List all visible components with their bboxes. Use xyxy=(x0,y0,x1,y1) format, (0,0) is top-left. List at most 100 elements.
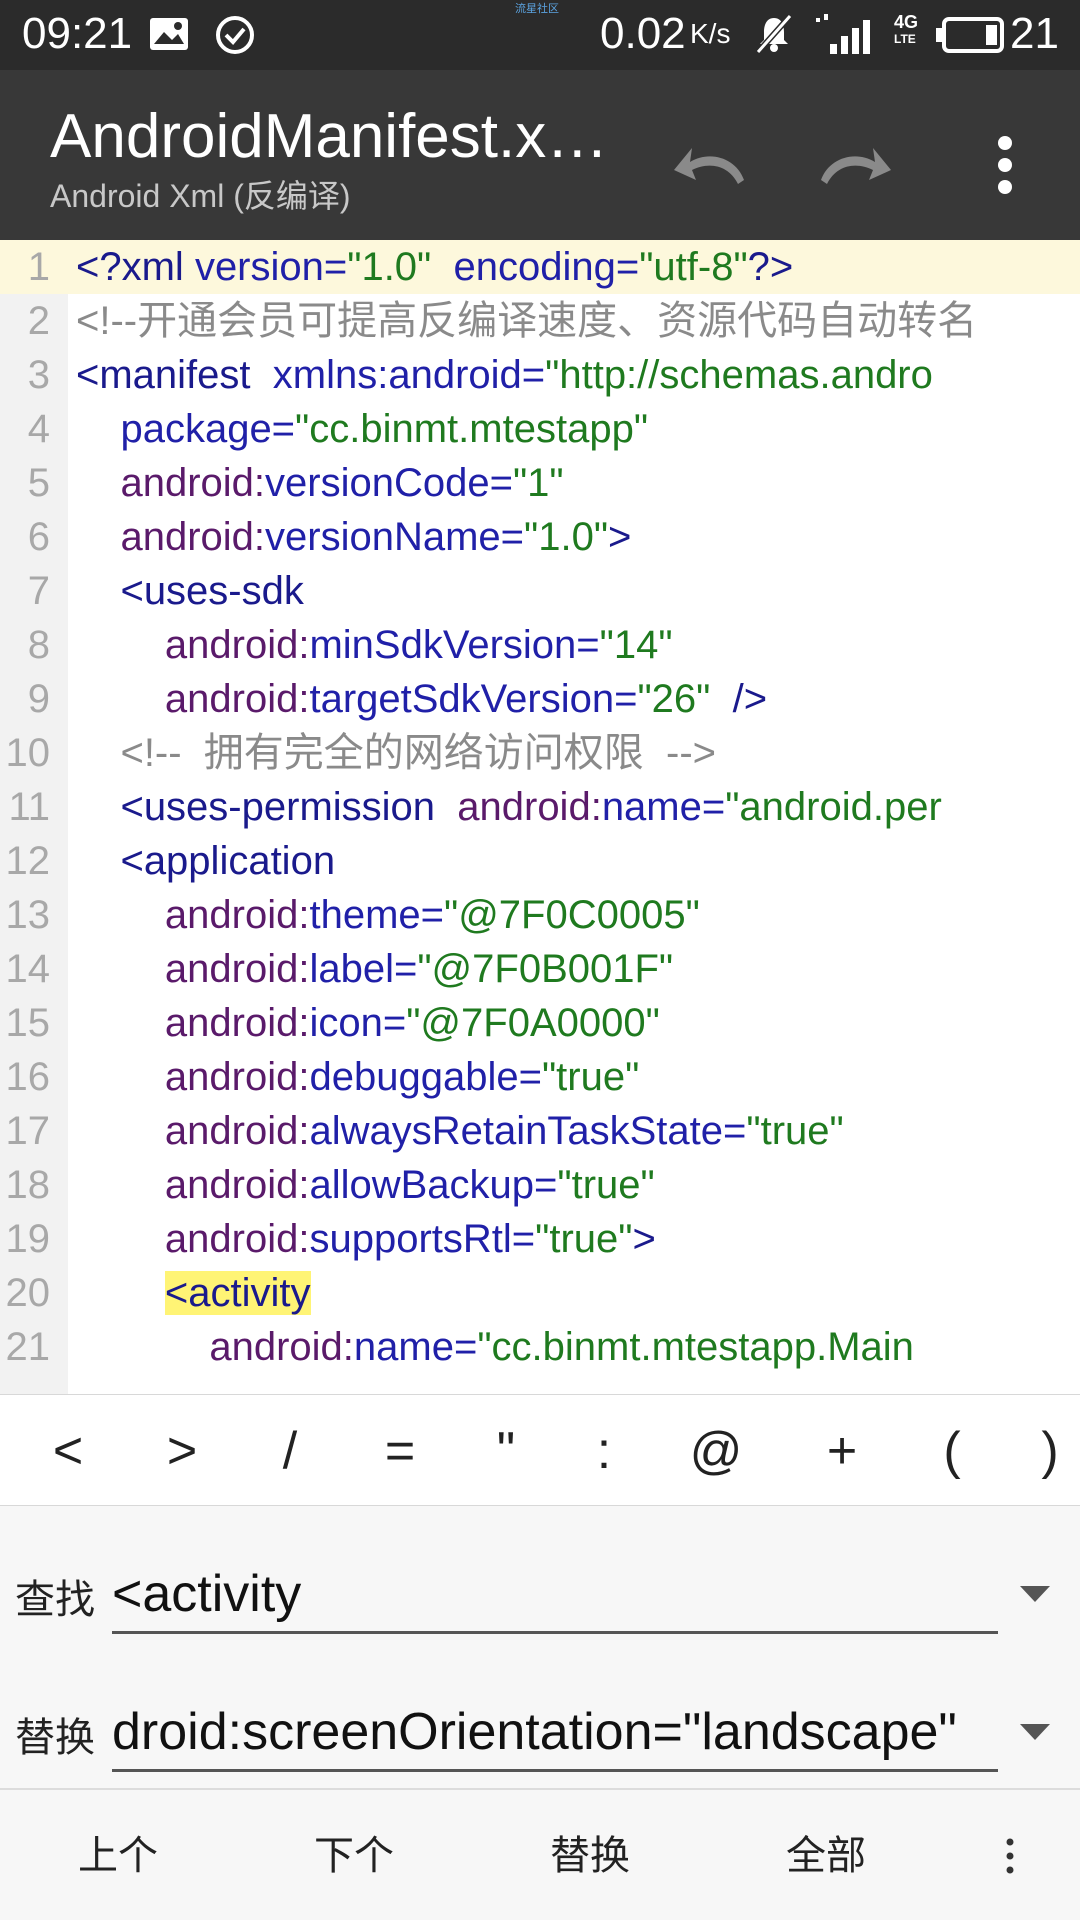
code-token: icon= xyxy=(309,1001,407,1045)
code-line[interactable]: 18 android:allowBackup="true" xyxy=(0,1158,1080,1212)
code-text: <!--开通会员可提高反编译速度、资源代码自动转名 xyxy=(76,294,977,348)
code-token: "26" xyxy=(637,677,711,721)
code-token: "utf-8" xyxy=(639,245,748,289)
battery-icon xyxy=(934,16,1006,59)
signal-icon xyxy=(814,12,884,61)
code-token: versionName= xyxy=(265,515,525,559)
code-line[interactable]: 11 <uses-permission android:name="androi… xyxy=(0,780,1080,834)
replace-history-dropdown[interactable] xyxy=(1015,1712,1055,1752)
find-history-dropdown[interactable] xyxy=(1015,1574,1055,1614)
symbol-key[interactable]: ) xyxy=(1010,1415,1080,1487)
code-token: debuggable= xyxy=(309,1055,542,1099)
code-line[interactable]: 21 android:name="cc.binmt.mtestapp.Main xyxy=(0,1320,1080,1374)
code-text: android:versionCode="1" xyxy=(76,456,564,510)
code-line[interactable]: 20 <activity xyxy=(0,1266,1080,1320)
code-line[interactable]: 3 <manifest xmlns:android="http://schemas… xyxy=(0,348,1080,402)
code-line[interactable]: 1 <?xml version="1.0" encoding="utf-8"?> xyxy=(0,240,1080,294)
find-input[interactable]: <activity xyxy=(112,1554,998,1634)
panel-more-button[interactable] xyxy=(990,1826,1030,1886)
code-line[interactable]: 2 <!--开通会员可提高反编译速度、资源代码自动转名 xyxy=(0,294,1080,348)
code-token: android: xyxy=(446,785,602,829)
code-line[interactable]: 16 android:debuggable="true" xyxy=(0,1050,1080,1104)
replace-all-button[interactable]: 全部 xyxy=(746,1826,906,1886)
code-text: android:alwaysRetainTaskState="true" xyxy=(76,1104,844,1158)
symbol-key[interactable]: < xyxy=(28,1415,108,1487)
code-text: android:supportsRtl="true"> xyxy=(76,1212,656,1266)
code-token: versionCode= xyxy=(265,461,513,505)
code-text: <uses-permission android:name="android.p… xyxy=(76,780,941,834)
line-number: 6 xyxy=(27,515,50,559)
code-token: ?> xyxy=(747,245,794,289)
replace-button[interactable]: 替换 xyxy=(510,1826,670,1886)
file-title: AndroidManifest.xml xyxy=(50,102,610,171)
code-line[interactable]: 7 <uses-sdk xyxy=(0,564,1080,618)
code-token: <!-- 拥有完全的网络访问权限 --> xyxy=(76,731,717,775)
toolbar: AndroidManifest.xml Android Xml (反编译) xyxy=(0,70,1080,240)
code-token: "cc.binmt.mtestapp" xyxy=(295,407,649,451)
code-token: <!--开通会员可提高反编译速度、资源代码自动转名 xyxy=(76,299,978,343)
find-row: 查找 <activity xyxy=(0,1546,1080,1666)
replace-input[interactable]: droid:screenOrientation="landscape" xyxy=(112,1692,998,1772)
code-line[interactable]: 8 android:minSdkVersion="14" xyxy=(0,618,1080,672)
code-line[interactable]: 4 package="cc.binmt.mtestapp" xyxy=(0,402,1080,456)
file-type-subtitle: Android Xml (反编译) xyxy=(50,178,351,214)
code-text: <manifest xmlns:android="http://schemas.… xyxy=(76,348,933,402)
code-token: "1" xyxy=(512,461,564,505)
symbol-key[interactable]: > xyxy=(142,1415,222,1487)
code-line[interactable]: 6 android:versionName="1.0"> xyxy=(0,510,1080,564)
line-number: 8 xyxy=(27,623,50,667)
code-line[interactable]: 12 <application xyxy=(0,834,1080,888)
code-token: label= xyxy=(309,947,418,991)
code-line[interactable]: 17 android:alwaysRetainTaskState="true" xyxy=(0,1104,1080,1158)
code-token: android: xyxy=(76,461,266,505)
next-button[interactable]: 下个 xyxy=(274,1826,434,1886)
more-options-button[interactable] xyxy=(960,120,1050,210)
code-token: encoding= xyxy=(431,245,640,289)
symbol-key[interactable]: / xyxy=(250,1415,330,1487)
code-token: allowBackup= xyxy=(309,1163,558,1207)
battery-level: 21 xyxy=(1010,9,1059,58)
code-text: android:theme="@7F0C0005" xyxy=(76,888,700,942)
prev-button[interactable]: 上个 xyxy=(38,1826,198,1886)
code-token: android: xyxy=(76,1109,310,1153)
mute-icon xyxy=(752,12,796,61)
code-token: "http://schemas.andro xyxy=(545,353,933,397)
line-number: 4 xyxy=(27,407,50,451)
code-token: android: xyxy=(76,1217,310,1261)
redo-button[interactable] xyxy=(810,120,900,210)
code-token: "@7F0B001F" xyxy=(417,947,674,991)
code-line[interactable]: 15 android:icon="@7F0A0000" xyxy=(0,996,1080,1050)
code-token: "1.0" xyxy=(524,515,609,559)
code-token: "@7F0C0005" xyxy=(444,893,700,937)
code-line[interactable]: 13 android:theme="@7F0C0005" xyxy=(0,888,1080,942)
line-number: 20 xyxy=(5,1271,51,1315)
symbol-key[interactable]: + xyxy=(802,1415,882,1487)
symbol-key[interactable]: : xyxy=(564,1415,644,1487)
dropdown-arrow-icon xyxy=(1020,1586,1050,1602)
code-token: <manifest xyxy=(76,353,262,397)
symbol-key[interactable]: @ xyxy=(676,1415,756,1487)
code-token: "cc.binmt.mtestapp.Main xyxy=(477,1325,914,1369)
code-editor[interactable]: 1 <?xml version="1.0" encoding="utf-8"?> 2… xyxy=(0,240,1080,1394)
code-token: > xyxy=(632,1217,656,1261)
code-token: <?xml xyxy=(76,245,195,289)
code-line[interactable]: 19 android:supportsRtl="true"> xyxy=(0,1212,1080,1266)
code-line[interactable]: 5 android:versionCode="1" xyxy=(0,456,1080,510)
symbol-key[interactable]: ( xyxy=(912,1415,992,1487)
redo-icon xyxy=(821,148,891,184)
undo-button[interactable] xyxy=(665,120,755,210)
code-text: android:minSdkVersion="14" xyxy=(76,618,673,672)
replace-row: 替换 droid:screenOrientation="landscape" xyxy=(0,1684,1080,1804)
code-token: <application xyxy=(76,839,336,883)
symbol-key[interactable]: " xyxy=(466,1415,546,1487)
line-number: 9 xyxy=(27,677,50,721)
code-line[interactable]: 10 <!-- 拥有完全的网络访问权限 --> xyxy=(0,726,1080,780)
code-token: name= xyxy=(353,1325,478,1369)
code-token: android: xyxy=(76,677,310,721)
code-token: version= xyxy=(194,245,348,289)
code-line[interactable]: 14 android:label="@7F0B001F" xyxy=(0,942,1080,996)
code-text: android:name="cc.binmt.mtestapp.Main xyxy=(76,1320,914,1374)
symbol-key[interactable]: = xyxy=(360,1415,440,1487)
code-line[interactable]: 9 android:targetSdkVersion="26" /> xyxy=(0,672,1080,726)
